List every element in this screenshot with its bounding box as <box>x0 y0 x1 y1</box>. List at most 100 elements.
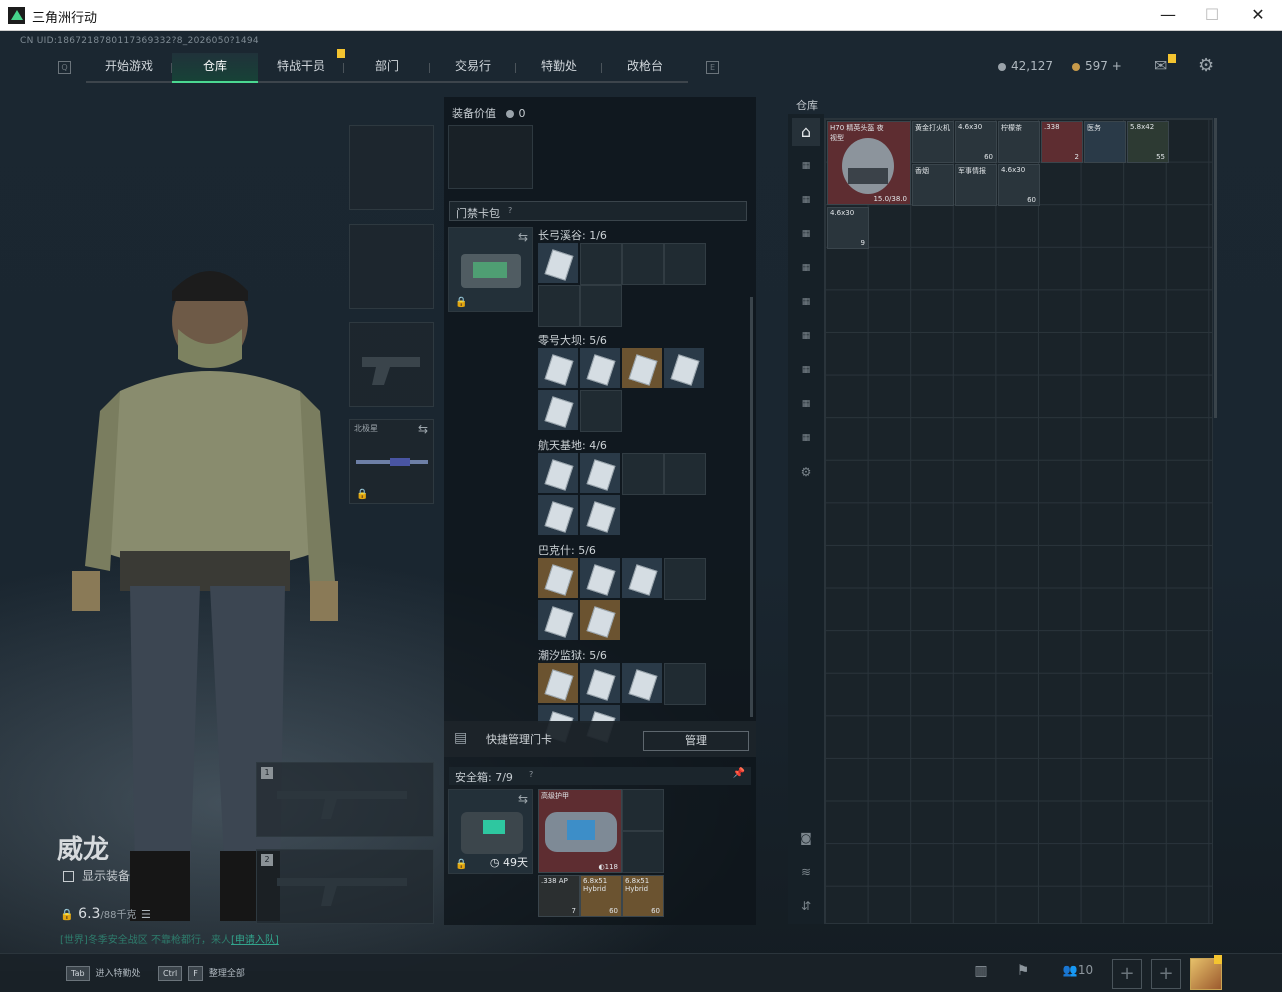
storage-tab-icon[interactable]: ▦ <box>792 424 820 452</box>
keycard-item[interactable] <box>580 558 620 598</box>
keycard-item[interactable] <box>580 600 620 640</box>
layers-icon[interactable]: ≋ <box>792 858 820 886</box>
settings-gear-icon[interactable]: ⚙ <box>1198 55 1214 76</box>
warehouse-item[interactable]: 军事情报 <box>955 164 997 206</box>
empty-cell[interactable] <box>538 285 580 327</box>
swap-icon[interactable]: ⇆ <box>518 230 528 244</box>
warehouse-scrollbar[interactable] <box>1214 118 1217 418</box>
hotkey-special-ops[interactable]: Tab 进入特勤处 <box>66 966 141 981</box>
tab-gunsmith[interactable]: 改枪台 <box>602 53 688 83</box>
nav-prev-key[interactable]: Q <box>58 61 71 74</box>
empty-cell[interactable] <box>664 558 706 600</box>
safebox-item[interactable]: ⇆ 🔒 ◷ 49天 <box>448 789 533 874</box>
invite-slot-button[interactable]: + <box>1151 959 1181 989</box>
warehouse-item[interactable]: 黄金打火机 <box>912 121 954 163</box>
gold-currency[interactable]: 597 + <box>1072 59 1122 73</box>
armor-item[interactable]: 高级护甲 ◐118 <box>538 789 622 873</box>
keycard-item[interactable] <box>580 453 620 493</box>
storage-tab-icon[interactable]: ▦ <box>792 254 820 282</box>
storage-tab-icon[interactable]: ▦ <box>792 152 820 180</box>
keycard-bag-item[interactable]: ⇆ 🔒 <box>448 227 533 312</box>
helmet-item[interactable]: H70 精英头盔 夜视型 15.0/38.0 <box>827 121 911 205</box>
add-gold-button[interactable]: + <box>1112 59 1122 73</box>
keycard-item[interactable] <box>664 348 704 388</box>
tab-warehouse[interactable]: 仓库 <box>172 53 258 83</box>
keycard-item[interactable] <box>538 663 578 703</box>
settings-gear-icon[interactable]: ⚙ <box>792 458 820 486</box>
flag-icon[interactable]: ⚑ <box>1012 963 1034 985</box>
storage-tab-icon[interactable]: ▦ <box>792 186 820 214</box>
sort-icon[interactable]: ⇵ <box>792 892 820 920</box>
checkbox[interactable] <box>63 871 74 882</box>
ammo-item[interactable]: .338 AP 7 <box>538 875 580 917</box>
list-icon[interactable]: ☰ <box>141 908 151 921</box>
keycard-item[interactable] <box>622 558 662 598</box>
keycard-item[interactable] <box>538 453 578 493</box>
storage-tab-icon[interactable]: ▦ <box>792 390 820 418</box>
show-equipment-toggle[interactable]: 显示装备 <box>63 867 130 884</box>
empty-cell[interactable] <box>622 243 664 285</box>
empty-cell[interactable] <box>664 243 706 285</box>
mail-icon[interactable]: ✉ <box>1154 56 1167 75</box>
apply-join-link[interactable]: [申请入队] <box>231 935 279 946</box>
hotkey-sort-all[interactable]: Ctrl F 整理全部 <box>158 966 245 981</box>
keycard-item[interactable] <box>538 600 578 640</box>
keycard-item[interactable] <box>580 348 620 388</box>
keycard-item[interactable] <box>538 243 578 283</box>
helmet-slot[interactable] <box>349 125 434 210</box>
warehouse-item[interactable]: 4.6x30 60 <box>955 121 997 163</box>
primary-weapon-slot[interactable]: 1 <box>256 762 434 837</box>
storage-tab-icon[interactable]: ▦ <box>792 322 820 350</box>
empty-cell[interactable] <box>580 243 622 285</box>
help-icon[interactable]: ? <box>529 770 533 779</box>
help-icon[interactable]: ? <box>508 206 512 215</box>
swap-icon[interactable]: ⇆ <box>518 792 528 806</box>
tab-special-ops[interactable]: 特勤处 <box>516 53 602 83</box>
keycard-item[interactable] <box>538 390 578 430</box>
camera-icon[interactable]: ◙ <box>792 824 820 852</box>
tab-operators[interactable]: 特战干员 <box>258 53 344 83</box>
minimize-button[interactable]: — <box>1148 3 1188 27</box>
secondary-weapon-slot[interactable]: 2 <box>256 849 434 924</box>
tab-department[interactable]: 部门 <box>344 53 430 83</box>
keycard-scrollbar[interactable] <box>750 297 753 717</box>
warehouse-item[interactable]: 5.8x42 55 <box>1127 121 1169 163</box>
warehouse-item[interactable]: 香烟 <box>912 164 954 206</box>
armor-slot[interactable] <box>349 224 434 309</box>
storage-tab-icon[interactable]: ▦ <box>792 220 820 248</box>
keycard-item[interactable] <box>580 663 620 703</box>
pin-icon[interactable]: 📌 <box>733 768 745 779</box>
warehouse-item[interactable]: .338 2 <box>1041 121 1083 163</box>
empty-cell[interactable] <box>622 831 664 873</box>
friends-button[interactable]: 👥10 <box>1058 963 1098 985</box>
warehouse-item[interactable]: 4.6x30 60 <box>998 164 1040 206</box>
stats-chart-icon[interactable]: ▥ <box>970 963 992 985</box>
keycard-item[interactable] <box>538 495 578 535</box>
keycard-item[interactable] <box>538 558 578 598</box>
swap-icon[interactable]: ⇆ <box>418 422 428 436</box>
storage-tab-icon[interactable]: ▦ <box>792 288 820 316</box>
pistol-slot[interactable] <box>349 322 434 407</box>
close-button[interactable]: ✕ <box>1238 3 1278 27</box>
backpack-slot[interactable] <box>448 125 533 189</box>
empty-cell[interactable] <box>622 453 664 495</box>
empty-cell[interactable] <box>580 390 622 432</box>
keycard-item[interactable] <box>622 663 662 703</box>
empty-cell[interactable] <box>664 453 706 495</box>
ammo-item[interactable]: 6.8x51 Hybrid 60 <box>622 875 664 917</box>
warehouse-item[interactable]: 柠檬茶 <box>998 121 1040 163</box>
melee-slot[interactable]: 北极星 ⇆ 🔒 <box>349 419 434 504</box>
nav-next-key[interactable]: E <box>706 61 719 74</box>
empty-cell[interactable] <box>664 663 706 705</box>
empty-cell[interactable] <box>622 789 664 831</box>
keycard-item[interactable] <box>580 495 620 535</box>
maximize-button[interactable]: ☐ <box>1192 3 1232 27</box>
warehouse-item[interactable]: 4.6x30 9 <box>827 207 869 249</box>
empty-cell[interactable] <box>580 285 622 327</box>
warehouse-home-icon[interactable]: ⌂ <box>792 118 820 146</box>
storage-tab-icon[interactable]: ▦ <box>792 356 820 384</box>
tab-trading[interactable]: 交易行 <box>430 53 516 83</box>
manage-button[interactable]: 管理 <box>643 731 749 751</box>
keycard-item[interactable] <box>538 348 578 388</box>
tab-start-game[interactable]: 开始游戏 <box>86 53 172 83</box>
